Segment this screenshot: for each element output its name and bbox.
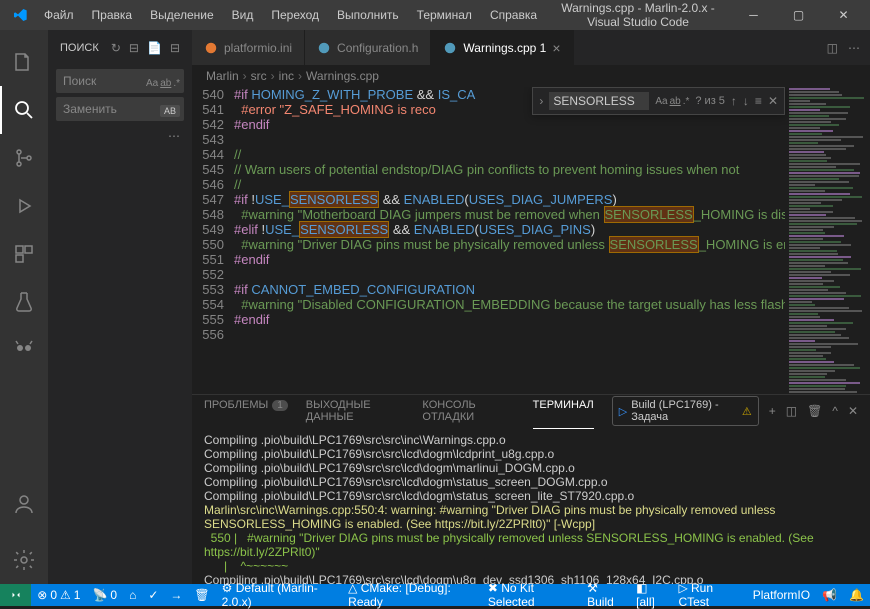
minimize-button[interactable]: ─ xyxy=(731,0,776,30)
new-file-icon[interactable]: 📄 xyxy=(147,41,162,55)
activity-scm[interactable] xyxy=(0,134,48,182)
activity-extensions[interactable] xyxy=(0,230,48,278)
activity-search[interactable] xyxy=(0,86,48,134)
match-case-icon[interactable]: Aa xyxy=(146,78,158,89)
bottom-panel: ПРОБЛЕМЫ1 ВЫХОДНЫЕ ДАННЫЕ КОНСОЛЬ ОТЛАДКИ Т… xyxy=(192,394,870,584)
menu-Переход[interactable]: Переход xyxy=(263,4,327,26)
remote-button[interactable] xyxy=(0,584,31,606)
whole-word-icon[interactable]: ab xyxy=(160,78,171,89)
menu-Выделение[interactable]: Выделение xyxy=(142,4,222,26)
title-bar: ФайлПравкаВыделениеВидПереходВыполнитьТе… xyxy=(0,0,870,30)
window-title: Warnings.cpp - Marlin-2.0.x - Visual Stu… xyxy=(545,1,731,29)
menu-bar: ФайлПравкаВыделениеВидПереходВыполнитьТе… xyxy=(36,4,545,26)
status-check[interactable]: ✓ xyxy=(142,584,164,606)
panel-tab-ВЫХОДНЫЕ ДАННЫЕ[interactable]: ВЫХОДНЫЕ ДАННЫЕ xyxy=(306,393,405,429)
status-item[interactable]: △ CMake: [Debug]: Ready xyxy=(342,581,482,609)
panel-trash-icon[interactable]: 🗑 xyxy=(807,404,822,418)
panel-tab-ТЕРМИНАЛ[interactable]: ТЕРМИНАЛ xyxy=(533,393,594,429)
panel-add-icon[interactable]: + xyxy=(769,404,776,418)
activity-accounts[interactable] xyxy=(0,480,48,528)
task-badge[interactable]: ▷ Build (LPC1769) - Задача ⚠ xyxy=(612,396,759,426)
panel-maximize-icon[interactable]: ^ xyxy=(832,404,838,418)
find-expand-icon[interactable]: › xyxy=(539,94,543,108)
breadcrumb-seg[interactable]: inc xyxy=(279,69,294,83)
menu-Терминал[interactable]: Терминал xyxy=(409,4,480,26)
find-count: ? из 5 xyxy=(695,95,725,107)
find-close-icon[interactable]: ✕ xyxy=(768,94,778,108)
status-build[interactable]: → xyxy=(164,584,188,606)
panel-tab-ПРОБЛЕМЫ[interactable]: ПРОБЛЕМЫ1 xyxy=(204,393,288,429)
find-widget: › Aa ab .* ? из 5 ↑ ↓ ≡ ✕ xyxy=(532,87,785,115)
tab-platformio.ini[interactable]: platformio.ini xyxy=(192,30,305,65)
activity-test[interactable] xyxy=(0,278,48,326)
editor-area: platformio.iniConfiguration.hWarnings.cp… xyxy=(192,30,870,584)
refresh-icon[interactable]: ↻ xyxy=(111,41,121,55)
status-trash[interactable]: 🗑 xyxy=(188,584,215,606)
more-actions-icon[interactable]: ⋯ xyxy=(848,41,860,55)
preserve-case-icon[interactable]: AB xyxy=(160,105,180,117)
status-item[interactable]: ▷ Run CTest xyxy=(672,581,746,609)
panel-tabs: ПРОБЛЕМЫ1 ВЫХОДНЫЕ ДАННЫЕ КОНСОЛЬ ОТЛАДКИ Т… xyxy=(192,395,870,427)
activity-settings[interactable] xyxy=(0,536,48,584)
breadcrumb-seg[interactable]: Marlin xyxy=(206,69,239,83)
warning-icon: ⚠ xyxy=(742,405,752,418)
find-selection-icon[interactable]: ≡ xyxy=(755,94,762,108)
find-case-icon[interactable]: Aa xyxy=(655,96,667,107)
find-regex-icon[interactable]: .* xyxy=(683,96,690,107)
find-next-icon[interactable]: ↓ xyxy=(743,94,749,108)
code-editor[interactable]: #if HOMING_Z_WITH_PROBE && IS_CA #error … xyxy=(234,87,785,394)
panel-close-icon[interactable]: ✕ xyxy=(848,404,858,418)
status-item[interactable]: ✖ No Kit Selected xyxy=(482,581,581,609)
vscode-icon xyxy=(12,7,28,23)
editor-tabs: platformio.iniConfiguration.hWarnings.cp… xyxy=(192,30,870,65)
panel-tab-КОНСОЛЬ ОТЛАДКИ[interactable]: КОНСОЛЬ ОТЛАДКИ xyxy=(422,393,514,429)
status-home[interactable]: ⌂ xyxy=(123,584,142,606)
collapse-icon[interactable]: ⊟ xyxy=(170,41,180,55)
clear-icon[interactable]: ⊟ xyxy=(129,41,139,55)
search-toggle-details[interactable]: ⋯ xyxy=(48,129,192,143)
line-gutter: 5405415425435445455465475485495505515525… xyxy=(192,87,234,394)
close-button[interactable]: ✕ xyxy=(821,0,866,30)
status-bar: ⊗0 ⚠1 📡 0 ⌂ ✓ → 🗑 ⚙ Default (Marlin-2.0.… xyxy=(0,584,870,606)
panel-split-icon[interactable]: ◫ xyxy=(786,404,797,418)
terminal-output[interactable]: Compiling .pio\build\LPC1769\src\src\inc… xyxy=(192,427,870,584)
status-errors[interactable]: ⊗0 ⚠1 xyxy=(31,584,86,606)
breadcrumb-seg[interactable]: src xyxy=(251,69,267,83)
status-platformio[interactable]: PlatformIO xyxy=(747,588,816,602)
status-item[interactable]: ⚙ Default (Marlin-2.0.x) xyxy=(216,581,343,609)
menu-Файл[interactable]: Файл xyxy=(36,4,82,26)
regex-icon[interactable]: .* xyxy=(173,78,180,89)
breadcrumb[interactable]: Marlin›src›inc›Warnings.cpp xyxy=(192,65,870,87)
find-word-icon[interactable]: ab xyxy=(670,96,681,107)
minimap[interactable] xyxy=(785,87,870,394)
tab-Warnings.cpp 1[interactable]: Warnings.cpp 1× xyxy=(431,30,573,65)
tab-Configuration.h[interactable]: Configuration.h xyxy=(305,30,431,65)
tab-close-icon[interactable]: × xyxy=(552,40,560,56)
split-editor-icon[interactable]: ◫ xyxy=(827,41,838,55)
activity-bar xyxy=(0,30,48,584)
find-input[interactable] xyxy=(549,92,649,110)
status-feedback[interactable]: 📢 xyxy=(816,588,843,602)
activity-explorer[interactable] xyxy=(0,38,48,86)
menu-Справка[interactable]: Справка xyxy=(482,4,545,26)
activity-platformio[interactable] xyxy=(0,326,48,374)
status-item[interactable]: ◧ [all] xyxy=(630,581,672,609)
menu-Правка[interactable]: Правка xyxy=(84,4,141,26)
maximize-button[interactable]: ▢ xyxy=(776,0,821,30)
menu-Вид[interactable]: Вид xyxy=(224,4,262,26)
status-bell[interactable]: 🔔 xyxy=(843,588,870,602)
sidebar-title: ПОИСК xyxy=(60,42,99,54)
search-sidebar: ПОИСК ↻ ⊟ 📄 ⊟ Aa ab .* AB ⋯ xyxy=(48,30,192,584)
status-ports[interactable]: 📡 0 xyxy=(86,584,123,606)
find-prev-icon[interactable]: ↑ xyxy=(731,94,737,108)
breadcrumb-seg[interactable]: Warnings.cpp xyxy=(306,69,379,83)
status-item[interactable]: ⚒ Build xyxy=(581,581,630,609)
activity-debug[interactable] xyxy=(0,182,48,230)
menu-Выполнить[interactable]: Выполнить xyxy=(329,4,407,26)
